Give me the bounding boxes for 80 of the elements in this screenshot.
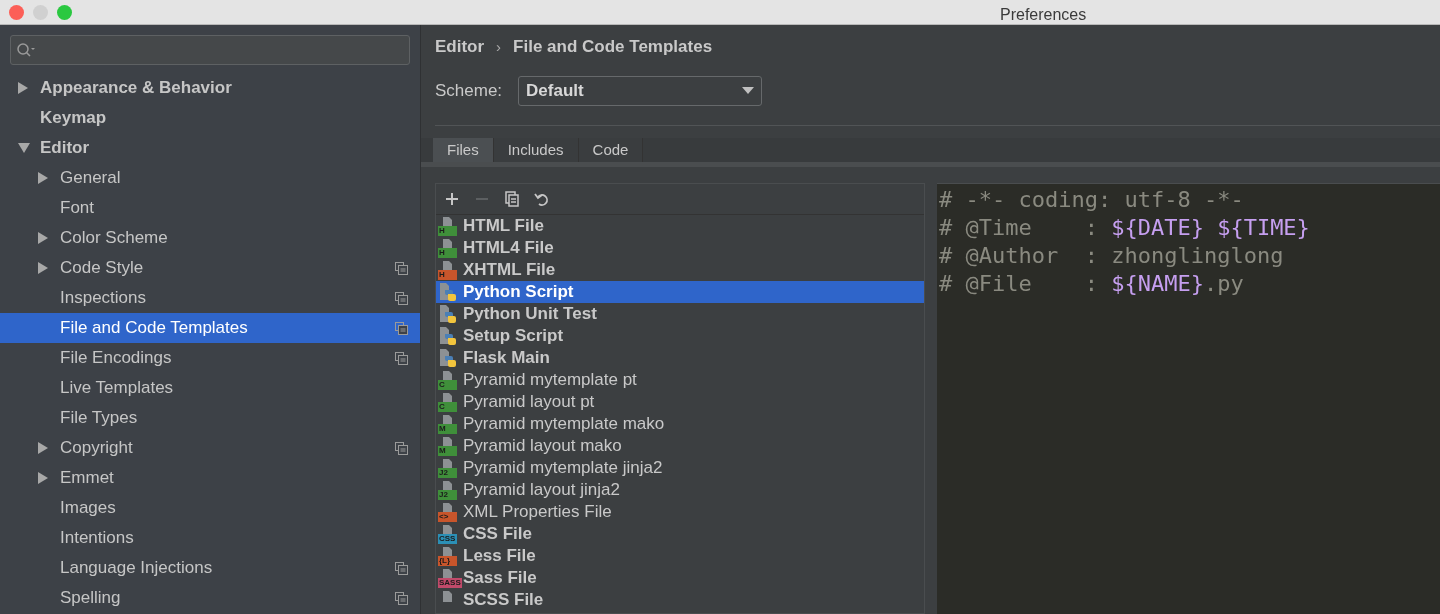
template-item[interactable]: Python Unit Test	[436, 303, 924, 325]
template-item[interactable]: SASS Sass File	[436, 567, 924, 589]
tab[interactable]: Files	[433, 138, 494, 162]
file-type-badge: H	[438, 248, 457, 258]
undo-icon[interactable]	[534, 191, 550, 207]
collapse-arrow-icon[interactable]	[18, 142, 30, 154]
template-item[interactable]: H HTML4 File	[436, 237, 924, 259]
file-type-badge: C	[438, 402, 457, 412]
expand-arrow-icon[interactable]	[18, 82, 29, 94]
add-icon[interactable]	[444, 191, 460, 207]
file-type-badge: J2	[438, 490, 457, 500]
search-icon	[16, 42, 36, 58]
code-editor[interactable]: # -*- coding: utf-8 -*- # @Time : ${DATE} ${TIME} # @Author : zhonglinglong # @File : ${NAME}.py	[937, 183, 1440, 614]
template-item[interactable]: Flask Main	[436, 347, 924, 369]
tree-item[interactable]: Code Style	[0, 253, 420, 283]
scheme-dropdown[interactable]: Default	[518, 76, 763, 106]
tree-item[interactable]: Intentions	[0, 523, 420, 553]
python-file-icon	[438, 348, 457, 368]
file-icon	[443, 591, 452, 602]
tree-item[interactable]: General	[0, 163, 420, 193]
tree-item[interactable]: File Encodings	[0, 343, 420, 373]
close-button[interactable]	[9, 4, 24, 20]
template-item[interactable]: C Pyramid layout pt	[436, 391, 924, 413]
search-field[interactable]	[10, 35, 410, 65]
template-item[interactable]: Setup Script	[436, 325, 924, 347]
tree-item[interactable]: File and Code Templates	[0, 313, 420, 343]
tree-item[interactable]: Editor	[0, 133, 420, 163]
template-item[interactable]: J2 Pyramid layout jinja2	[436, 479, 924, 501]
template-item[interactable]: {L} Less File	[436, 545, 924, 567]
tree-item[interactable]: Images	[0, 493, 420, 523]
template-item[interactable]: CSS CSS File	[436, 523, 924, 545]
expand-arrow-icon[interactable]	[38, 472, 49, 484]
template-item[interactable]: H XHTML File	[436, 259, 924, 281]
template-item[interactable]: M Pyramid layout mako	[436, 435, 924, 457]
breadcrumb-separator: ›	[496, 36, 502, 57]
file-type-badge: CSS	[438, 534, 457, 544]
python-file-icon	[438, 326, 457, 346]
tree-item[interactable]: Emmet	[0, 463, 420, 493]
copy-icon[interactable]	[504, 191, 520, 207]
tree-item[interactable]: Spelling	[0, 583, 420, 613]
code-line: # @File : ${NAME}.py	[938, 270, 1245, 298]
expand-arrow-icon[interactable]	[38, 232, 49, 244]
window-title: Preferences	[1000, 5, 1087, 25]
expand-arrow-icon[interactable]	[38, 172, 49, 184]
tree-item[interactable]: Color Scheme	[0, 223, 420, 253]
tree-item[interactable]: Language Injections	[0, 553, 420, 583]
template-item[interactable]: <> XML Properties File	[436, 501, 924, 523]
tree-item[interactable]: Inspections	[0, 283, 420, 313]
template-item[interactable]: J2 Pyramid mytemplate jinja2	[436, 457, 924, 479]
template-item[interactable]: Python Script	[436, 281, 924, 303]
tree-item[interactable]: Live Templates	[0, 373, 420, 403]
file-type-badge: H	[438, 226, 457, 236]
code-line: # @Time : ${DATE} ${TIME}	[938, 214, 1311, 242]
tree-item[interactable]: File Types	[0, 403, 420, 433]
template-item[interactable]: M Pyramid mytemplate mako	[436, 413, 924, 435]
breadcrumb-item: Editor	[435, 36, 485, 59]
file-type-badge: {L}	[438, 556, 457, 566]
file-type-badge: H	[438, 270, 457, 280]
file-type-badge: C	[438, 380, 457, 390]
python-file-icon	[438, 304, 457, 324]
file-type-badge: M	[438, 446, 457, 456]
expand-arrow-icon[interactable]	[38, 262, 49, 274]
template-item[interactable]: C Pyramid mytemplate pt	[436, 369, 924, 391]
python-file-icon	[438, 282, 457, 302]
template-item[interactable]: SCSS File	[436, 589, 924, 611]
tree-item[interactable]: Copyright	[0, 433, 420, 463]
tree-item[interactable]: Appearance & Behavior	[0, 73, 420, 103]
breadcrumb-item: File and Code Templates	[513, 36, 713, 59]
file-type-badge: J2	[438, 468, 457, 478]
file-type-badge: M	[438, 424, 457, 434]
file-type-badge: <>	[438, 512, 457, 522]
file-type-badge: SASS	[438, 578, 462, 588]
code-line: # @Author : zhonglinglong	[938, 242, 1285, 270]
tree-item[interactable]: Font	[0, 193, 420, 223]
scheme-label: Scheme:	[435, 80, 503, 103]
caret-icon	[742, 87, 755, 95]
tree-item[interactable]: Keymap	[0, 103, 420, 133]
expand-arrow-icon[interactable]	[38, 442, 49, 454]
code-line: # -*- coding: utf-8 -*-	[938, 186, 1245, 214]
template-item[interactable]: H HTML File	[436, 215, 924, 237]
